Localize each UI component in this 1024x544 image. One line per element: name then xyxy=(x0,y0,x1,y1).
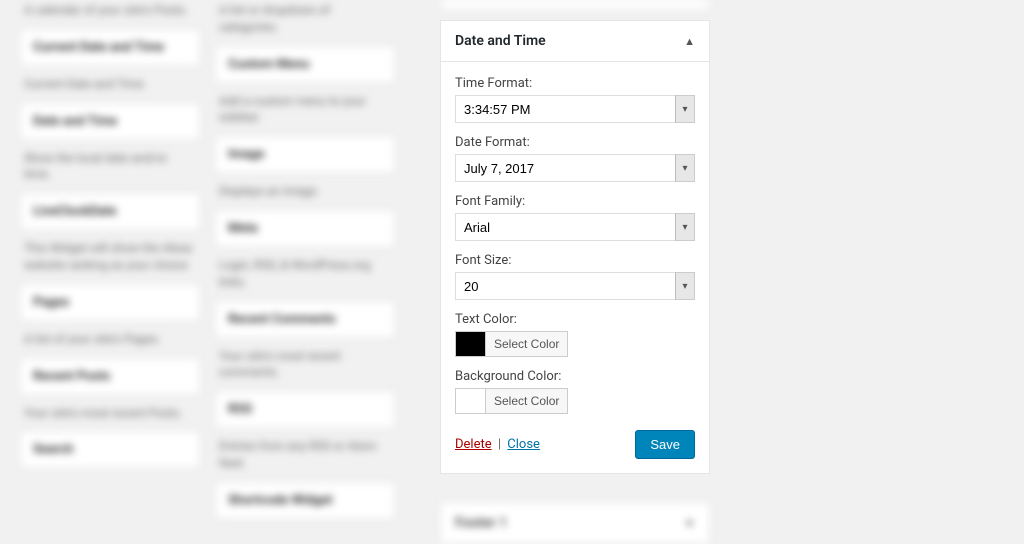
time-format-field: Time Format: 3:34:57 PM ▾ xyxy=(455,76,695,123)
background-color-swatch xyxy=(456,389,486,413)
time-format-select[interactable]: 3:34:57 PM xyxy=(455,95,695,123)
save-button[interactable]: Save xyxy=(635,430,695,459)
pipe-separator: | xyxy=(498,437,501,452)
date-format-label: Date Format: xyxy=(455,135,695,150)
chevron-up-icon: ▲ xyxy=(684,35,695,48)
date-time-widget-panel: Date and Time ▲ Time Format: 3:34:57 PM … xyxy=(440,20,710,474)
categories-panel-collapsed xyxy=(440,0,710,10)
time-format-label: Time Format: xyxy=(455,76,695,91)
background-color-picker: Select Color xyxy=(455,388,568,414)
background-color-button[interactable]: Select Color xyxy=(486,389,567,413)
font-size-field: Font Size: 20 ▾ xyxy=(455,253,695,300)
date-format-select[interactable]: July 7, 2017 xyxy=(455,154,695,182)
text-color-button[interactable]: Select Color xyxy=(486,332,567,356)
footer-panel-title: Footer 1 xyxy=(455,515,507,531)
close-link[interactable]: Close xyxy=(507,437,540,452)
text-color-picker: Select Color xyxy=(455,331,568,357)
panel-title: Date and Time xyxy=(455,33,546,49)
text-color-swatch xyxy=(456,332,486,356)
panel-body: Time Format: 3:34:57 PM ▾ Date Format: J… xyxy=(441,62,709,473)
text-color-field: Text Color: Select Color xyxy=(455,312,695,357)
background-color-field: Background Color: Select Color xyxy=(455,369,695,414)
font-family-label: Font Family: xyxy=(455,194,695,209)
left-actions: Delete | Close xyxy=(455,437,540,452)
chevron-down-icon: ▼ xyxy=(684,517,695,530)
text-color-label: Text Color: xyxy=(455,312,695,327)
actions-row: Delete | Close Save xyxy=(455,430,695,459)
font-family-select[interactable]: Arial xyxy=(455,213,695,241)
background-color-label: Background Color: xyxy=(455,369,695,384)
widget-panel-area: Date and Time ▲ Time Format: 3:34:57 PM … xyxy=(440,0,710,544)
delete-link[interactable]: Delete xyxy=(455,437,492,452)
font-size-select[interactable]: 20 xyxy=(455,272,695,300)
footer-1-panel[interactable]: Footer 1 ▼ xyxy=(440,502,710,544)
font-family-field: Font Family: Arial ▾ xyxy=(455,194,695,241)
font-size-label: Font Size: xyxy=(455,253,695,268)
date-format-field: Date Format: July 7, 2017 ▾ xyxy=(455,135,695,182)
available-widgets-blurred: A calendar of your site's Posts.Current … xyxy=(0,0,420,522)
panel-header[interactable]: Date and Time ▲ xyxy=(441,21,709,62)
